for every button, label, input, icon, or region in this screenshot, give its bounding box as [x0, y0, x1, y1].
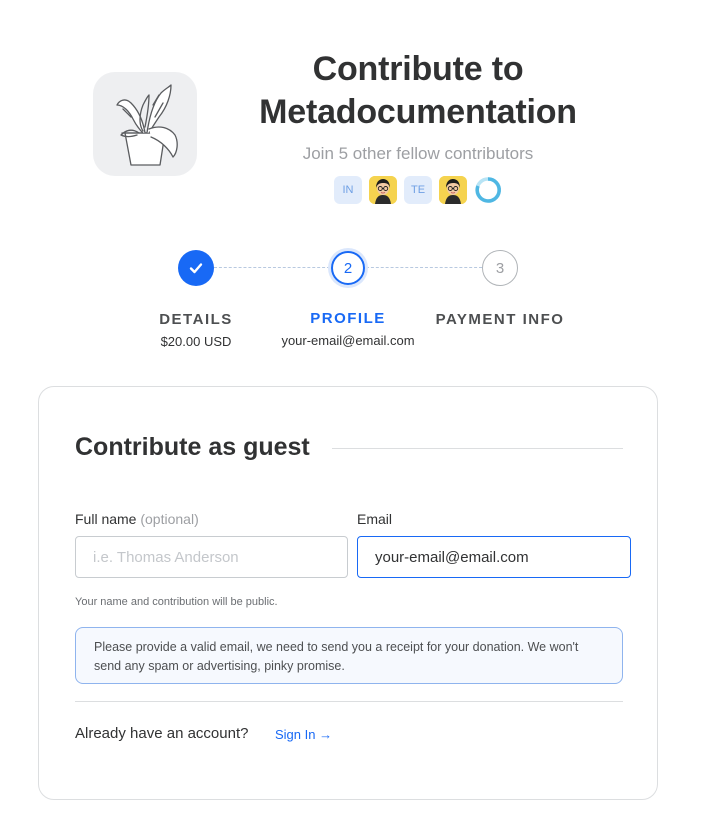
avatar[interactable]: IN [334, 176, 362, 204]
step-payment-info[interactable]: 3 PAYMENT INFO [415, 250, 585, 328]
email-label: Email [357, 511, 393, 527]
sign-in-link[interactable]: Sign In → [275, 727, 332, 742]
avatar[interactable] [474, 176, 502, 204]
step-label: DETAILS [159, 311, 233, 328]
avatar[interactable]: TE [404, 176, 432, 204]
header: Contribute to Metadocumentation Join 5 o… [232, 48, 604, 164]
divider [332, 448, 623, 449]
contributors-subtitle: Join 5 other fellow contributors [302, 144, 534, 163]
person-photo-icon [439, 176, 467, 204]
contributor-avatars: IN TE [334, 176, 502, 204]
step-done-indicator [178, 250, 214, 286]
form-heading: Contribute as guest [75, 433, 310, 461]
checkmark-icon [189, 263, 203, 274]
person-photo-icon [369, 176, 397, 204]
avatar-initials: IN [342, 184, 354, 196]
fullname-input[interactable] [75, 536, 348, 578]
step-details[interactable]: DETAILS $20.00 USD [111, 250, 281, 349]
step-profile[interactable]: 2 PROFILE your-email@email.com [263, 250, 433, 348]
circle-ring-icon [475, 177, 501, 203]
step-number: 2 [331, 251, 365, 285]
step-label: PAYMENT INFO [435, 311, 565, 328]
page-title: Contribute to Metadocumentation [259, 50, 577, 131]
plant-pot-icon [116, 84, 178, 166]
step-number: 3 [482, 250, 518, 286]
divider [75, 701, 623, 702]
avatar[interactable] [369, 176, 397, 204]
email-input[interactable] [357, 536, 631, 578]
avatar[interactable] [439, 176, 467, 204]
optional-tag: (optional) [140, 511, 199, 527]
step-email: your-email@email.com [281, 333, 415, 348]
step-amount: $20.00 USD [160, 334, 232, 349]
collective-logo [93, 72, 197, 176]
step-label: PROFILE [310, 310, 386, 327]
guest-form-card: Contribute as guest Full name (optional)… [38, 386, 658, 800]
public-hint: Your name and contribution will be publi… [75, 596, 278, 608]
account-question: Already have an account? [75, 725, 249, 742]
email-info-notice: Please provide a valid email, we need to… [75, 627, 623, 684]
fullname-label: Full name (optional) [75, 511, 199, 527]
avatar-initials: TE [410, 184, 426, 196]
fullname-label-text: Full name [75, 511, 137, 527]
checkout-stepper: DETAILS $20.00 USD 2 PROFILE your-email@… [120, 250, 580, 360]
